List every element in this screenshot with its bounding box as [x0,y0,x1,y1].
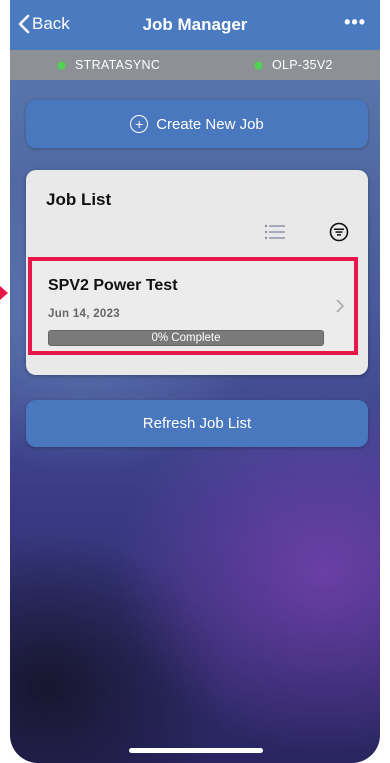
job-progress-bar: 0% Complete [48,330,324,346]
device-status: OLP-35V2 [255,58,333,72]
device-label: OLP-35V2 [272,58,333,72]
status-dot-icon [58,61,65,69]
job-name: SPV2 Power Test [48,277,178,294]
create-new-job-button[interactable]: + Create New Job [26,100,368,148]
refresh-job-list-label: Refresh Job List [142,415,252,432]
filter-icon[interactable] [329,222,349,242]
list-icon[interactable] [264,224,286,240]
phone-screen: Back Job Manager ••• STRATASYNC OLP-35V2… [10,0,380,763]
more-options-button[interactable]: ••• [344,12,366,33]
navigation-bar: Back Job Manager ••• [10,0,380,50]
page-title: Job Manager [142,15,248,34]
create-new-job-label: Create New Job [156,115,264,133]
job-progress-label: 0% Complete [151,332,221,344]
plus-circle-icon: + [130,115,149,133]
status-dot-icon [255,61,262,69]
callout-arrow [0,286,8,300]
home-indicator[interactable] [129,748,263,753]
refresh-job-list-button[interactable]: Refresh Job List [26,400,368,447]
connection-status-bar: STRATASYNC OLP-35V2 [10,50,380,80]
job-date: Jun 14, 2023 [48,308,121,320]
job-list-item[interactable]: SPV2 Power Test Jun 14, 2023 0% Complete [28,257,358,355]
job-list-heading: Job List [46,190,112,209]
stratasync-label: STRATASYNC [75,58,161,72]
stratasync-status: STRATASYNC [58,58,160,72]
chevron-right-icon [336,299,344,313]
